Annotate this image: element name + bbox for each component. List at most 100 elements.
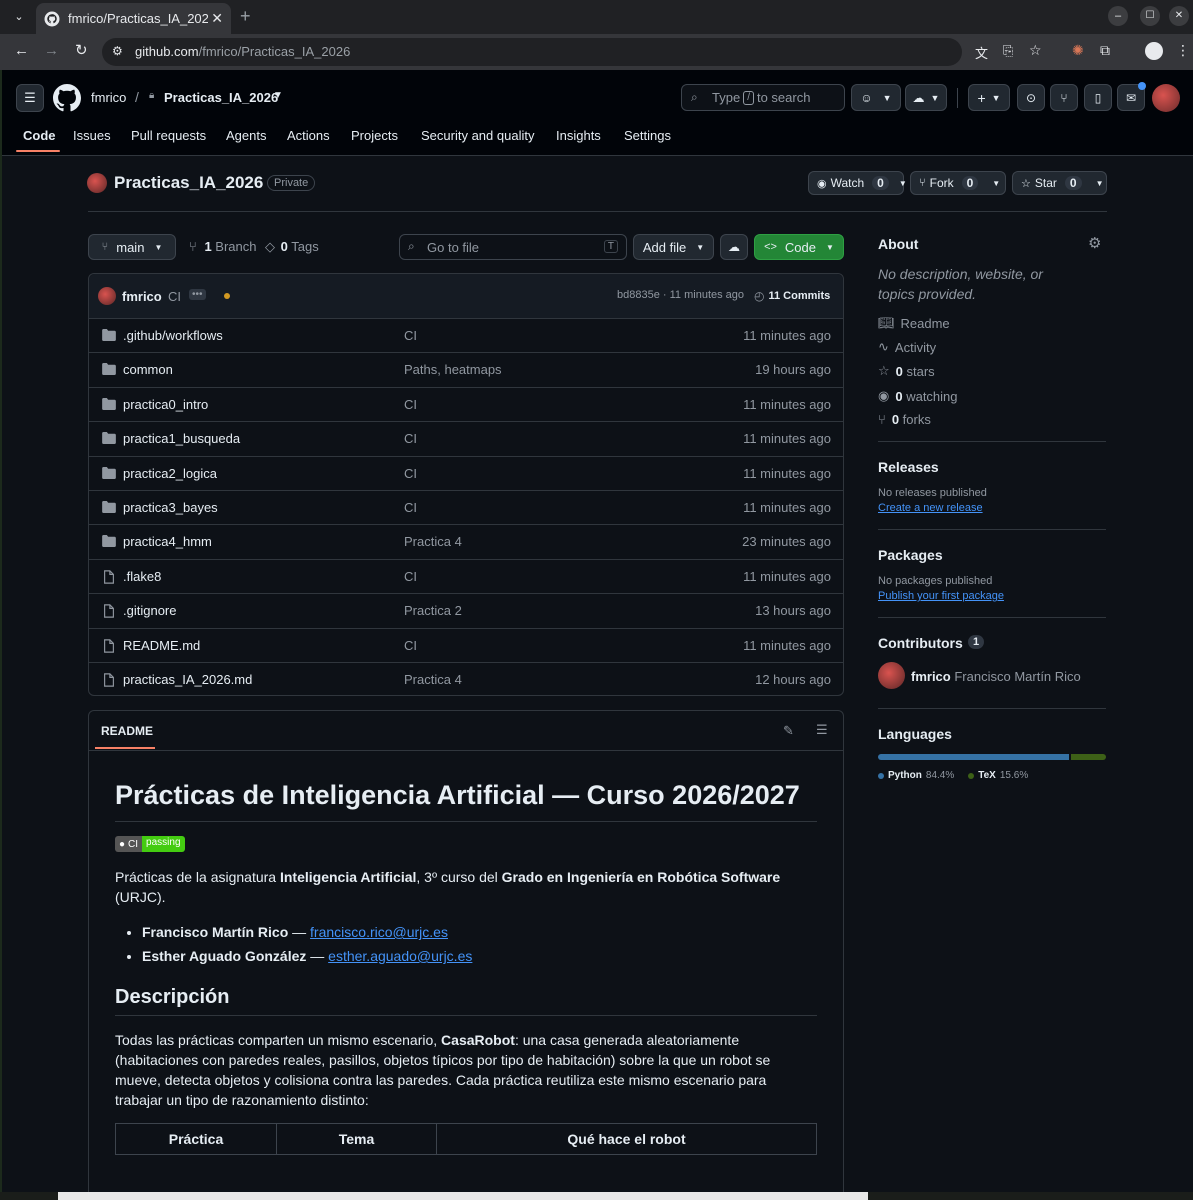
forward-icon[interactable]: → [44, 42, 59, 59]
commit-message[interactable]: CI [168, 289, 181, 304]
tab-search-icon[interactable]: ⌄ [10, 8, 28, 26]
owner-link[interactable]: fmrico [91, 90, 126, 105]
watching-link[interactable]: ◉ 0 watching [878, 388, 958, 404]
contributors-heading[interactable]: Contributors [878, 635, 963, 651]
install-icon[interactable]: ⎘ [1003, 43, 1013, 59]
file-row[interactable]: README.md CI 11 minutes ago [88, 627, 844, 662]
activity-link[interactable]: ∿ Activity [878, 339, 936, 355]
file-name-link[interactable]: .flake8 [123, 569, 161, 584]
file-commit-message[interactable]: CI [404, 328, 417, 343]
search-input[interactable]: ⌕ Type / to search [681, 84, 845, 111]
file-row[interactable]: practica4_hmm Practica 4 23 minutes ago [88, 524, 844, 558]
profile-avatar-icon[interactable] [1145, 42, 1163, 60]
issues-button[interactable]: ⊙ [1017, 84, 1045, 111]
commits-link[interactable]: ◴ 11 Commits [754, 289, 830, 303]
file-name-link[interactable]: README.md [123, 638, 200, 653]
go-to-file-input[interactable]: ⌕ Go to file T [399, 234, 627, 260]
file-name-link[interactable]: .github/workflows [123, 328, 223, 343]
contributor-avatar[interactable] [878, 662, 905, 689]
nav-tab-pull-requests[interactable]: Pull requests [131, 128, 206, 143]
file-row[interactable]: practica1_busqueda CI 11 minutes ago [88, 421, 844, 455]
author2-email-link[interactable]: esther.aguado@urjc.es [328, 948, 472, 964]
file-row[interactable]: practica3_bayes CI 11 minutes ago [88, 490, 844, 524]
star-button[interactable]: ☆ Star 0 ▼ [1012, 171, 1107, 195]
commit-hash[interactable]: bd8835e [617, 289, 660, 301]
stars-link[interactable]: ☆ 0 stars [878, 363, 935, 379]
user-avatar[interactable] [1152, 84, 1180, 112]
file-row[interactable]: .github/workflows CI 11 minutes ago [88, 318, 844, 352]
ci-status-dot-icon[interactable] [224, 293, 230, 299]
file-row[interactable]: common Paths, heatmaps 19 hours ago [88, 352, 844, 386]
codespace-button[interactable]: ☁ [720, 234, 748, 260]
nav-tab-security[interactable]: Security and quality [421, 128, 534, 143]
cloud-button[interactable]: ☁ ▼ [905, 84, 947, 111]
file-row[interactable]: .flake8 CI 11 minutes ago [88, 558, 844, 593]
nav-tab-actions[interactable]: Actions [287, 128, 330, 143]
commit-author[interactable]: fmrico [122, 289, 162, 304]
close-window-icon[interactable]: ✕ [1169, 6, 1189, 26]
outline-list-icon[interactable]: ☰ [816, 722, 828, 738]
file-name-link[interactable]: practica1_busqueda [123, 431, 240, 446]
extensions-puzzle-icon[interactable]: ⧉ [1100, 42, 1110, 59]
new-tab-icon[interactable]: + [240, 6, 251, 27]
contributor-entry[interactable]: fmrico Francisco Martín Rico [911, 669, 1081, 684]
translate-icon[interactable]: 文 [975, 43, 988, 62]
file-name-link[interactable]: practica3_bayes [123, 500, 218, 515]
file-name-link[interactable]: practicas_IA_2026.md [123, 672, 252, 687]
nav-tab-code[interactable]: Code [23, 128, 56, 143]
repositories-button[interactable]: ▯ [1084, 84, 1112, 111]
extension-claude-icon[interactable]: ✺ [1072, 42, 1084, 59]
maximize-icon[interactable]: ☐ [1140, 6, 1160, 26]
nav-tab-insights[interactable]: Insights [556, 128, 601, 143]
file-commit-message[interactable]: Paths, heatmaps [404, 362, 502, 377]
about-settings-gear-icon[interactable]: ⚙ [1088, 234, 1101, 252]
language-legend-item[interactable]: Python 84.4% [878, 770, 954, 781]
file-row[interactable]: .gitignore Practica 2 13 hours ago [88, 593, 844, 627]
readme-link[interactable]: 📖︎ Readme [878, 315, 950, 331]
bookmark-star-icon[interactable]: ☆ [1029, 42, 1042, 59]
repo-name-link[interactable]: Practicas_IA_2026 [164, 90, 278, 105]
file-commit-message[interactable]: CI [404, 431, 417, 446]
repo-switcher-chevron-icon[interactable]: ▼ [273, 90, 283, 101]
watch-button[interactable]: ◉ Watch 0 ▼ [808, 171, 907, 195]
releases-heading[interactable]: Releases [878, 459, 939, 475]
nav-tab-settings[interactable]: Settings [624, 128, 671, 143]
minimize-icon[interactable]: – [1108, 6, 1128, 26]
file-commit-message[interactable]: CI [404, 569, 417, 584]
close-tab-icon[interactable]: ✕ [211, 10, 223, 27]
pull-requests-button[interactable]: ⑂ [1050, 84, 1078, 111]
tags-link[interactable]: ◇ 0 Tags [265, 239, 319, 255]
create-new-button[interactable]: + ▼ [968, 84, 1010, 111]
file-row[interactable]: practica0_intro CI 11 minutes ago [88, 386, 844, 421]
ci-badge[interactable]: ● CI passing [115, 836, 190, 852]
file-commit-message[interactable]: Practica 2 [404, 603, 462, 618]
file-commit-message[interactable]: CI [404, 397, 417, 412]
browser-menu-icon[interactable]: ⋮ [1176, 42, 1190, 59]
file-commit-message[interactable]: Practica 4 [404, 534, 462, 549]
commit-expand-icon[interactable]: ••• [189, 289, 206, 300]
packages-heading[interactable]: Packages [878, 547, 943, 563]
branches-link[interactable]: ⑂ 1 Branch [189, 239, 257, 254]
readme-tab[interactable]: README [101, 724, 153, 738]
branch-select-button[interactable]: ⑂ main ▼ [88, 234, 176, 260]
file-commit-message[interactable]: CI [404, 466, 417, 481]
file-name-link[interactable]: practica0_intro [123, 397, 208, 412]
nav-tab-projects[interactable]: Projects [351, 128, 398, 143]
edit-pencil-icon[interactable]: ✎ [783, 723, 794, 739]
nav-tab-agents[interactable]: Agents [226, 128, 266, 143]
browser-tab[interactable]: fmrico/Practicas_IA_2026 ✕ [36, 3, 231, 34]
file-commit-message[interactable]: CI [404, 500, 417, 515]
site-info-icon[interactable]: ⚙ [112, 44, 123, 58]
file-name-link[interactable]: .gitignore [123, 603, 176, 618]
copilot-button[interactable]: ☺ ▼ [851, 84, 901, 111]
repo-title[interactable]: Practicas_IA_2026 [114, 173, 263, 193]
add-file-button[interactable]: Add file ▼ [633, 234, 714, 260]
back-icon[interactable]: ← [14, 42, 29, 59]
file-row[interactable]: practica2_logica CI 11 minutes ago [88, 455, 844, 490]
github-logo-icon[interactable] [53, 84, 81, 112]
code-button[interactable]: <> Code ▼ [754, 234, 844, 260]
nav-tab-issues[interactable]: Issues [73, 128, 111, 143]
file-name-link[interactable]: common [123, 362, 173, 377]
publish-package-link[interactable]: Publish your first package [878, 590, 1004, 602]
file-row[interactable]: practicas_IA_2026.md Practica 4 12 hours a… [88, 662, 844, 696]
